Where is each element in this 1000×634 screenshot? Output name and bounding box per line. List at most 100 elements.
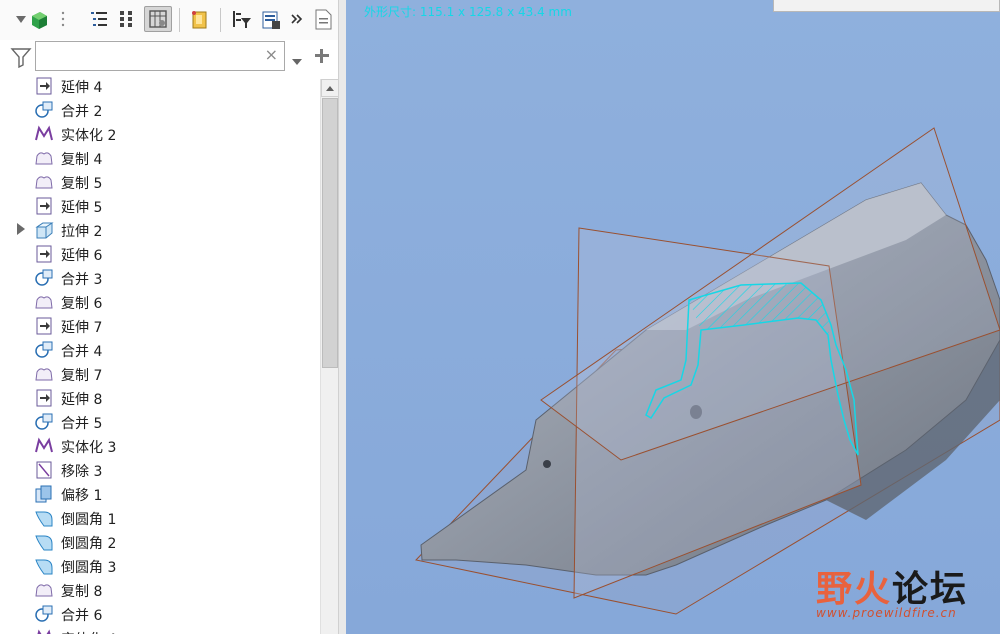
tree-item[interactable]: 复制 7	[0, 362, 320, 386]
tree-item[interactable]: 倒圆角 2	[0, 530, 320, 554]
tree-item-label: 复制 8	[61, 584, 103, 600]
tree-item[interactable]: 延伸 4	[0, 77, 320, 98]
clear-icon[interactable]: ×	[265, 45, 278, 64]
offset-icon	[34, 484, 54, 504]
model-tree-toolbar	[0, 0, 346, 40]
extend-icon	[34, 316, 54, 336]
solidify-icon	[34, 124, 54, 144]
tree-item[interactable]: 延伸 6	[0, 242, 320, 266]
copy-icon	[34, 148, 54, 168]
search-input[interactable]: ×	[35, 41, 285, 71]
tree-item-label: 复制 4	[61, 152, 103, 168]
merge-icon	[34, 412, 54, 432]
tree-item[interactable]: 移除 3	[0, 458, 320, 482]
tree-item-label: 延伸 8	[61, 392, 103, 408]
merge-icon	[34, 604, 54, 624]
small-pin	[543, 460, 551, 468]
tree-item-label: 复制 5	[61, 176, 103, 192]
bookmark-icon[interactable]	[188, 8, 210, 30]
merge-icon	[34, 100, 54, 120]
tree-item[interactable]: 实体化 4	[0, 626, 320, 634]
watermark-red-text: 野火	[816, 569, 893, 610]
copy-icon	[34, 172, 54, 192]
tree-item-label: 实体化 3	[61, 440, 117, 456]
tree-item-label: 合并 3	[61, 272, 103, 288]
tree-item[interactable]: 复制 5	[0, 170, 320, 194]
tree-item-label: 复制 6	[61, 296, 103, 312]
tree-item-label: 倒圆角 2	[61, 536, 117, 552]
tree-item-label: 实体化 2	[61, 128, 117, 144]
chevron-more-icon[interactable]	[286, 8, 308, 30]
document-icon[interactable]	[312, 8, 334, 30]
watermark-dark-text: 论坛	[892, 569, 969, 610]
tree-item-label: 延伸 5	[61, 200, 103, 216]
tree-item[interactable]: 偏移 1	[0, 482, 320, 506]
more-dots-icon[interactable]	[52, 8, 74, 30]
tree-item[interactable]: 合并 2	[0, 98, 320, 122]
copy-icon	[34, 292, 54, 312]
round-icon	[34, 556, 54, 576]
tree-item-label: 偏移 1	[61, 488, 103, 504]
scroll-up-arrow-icon[interactable]	[321, 79, 339, 97]
panel-splitter[interactable]	[338, 0, 346, 634]
model-3d-view	[415, 127, 1000, 615]
tree-item-label: 复制 7	[61, 368, 103, 384]
tree-item[interactable]: 延伸 5	[0, 194, 320, 218]
tree-item-label: 倒圆角 1	[61, 512, 117, 528]
round-icon	[34, 532, 54, 552]
tree-item-label: 实体化 4	[61, 629, 116, 634]
watermark-url: www.proewildfire.cn	[816, 606, 957, 620]
extrude-icon	[34, 220, 54, 240]
tree-item[interactable]: 倒圆角 1	[0, 506, 320, 530]
toolbar-separator	[179, 8, 180, 32]
scroll-thumb[interactable]	[322, 98, 338, 368]
tree-item-label: 合并 6	[61, 608, 103, 624]
tree-settings-icon[interactable]	[260, 8, 282, 30]
model-tree: 延伸 4 合并 2 实体化 2 复制 4 复制 5 延伸 5 拉伸 2 延伸 6 合并 3 复制 …	[0, 77, 320, 634]
tree-item[interactable]: 拉伸 2	[0, 218, 320, 242]
remove-icon	[34, 460, 54, 480]
tree-item-label: 倒圆角 3	[61, 560, 117, 576]
tree-item[interactable]: 倒圆角 3	[0, 554, 320, 578]
merge-icon	[34, 340, 54, 360]
tree-item[interactable]: 延伸 8	[0, 386, 320, 410]
dropdown-arrow-icon[interactable]	[291, 52, 303, 71]
tree-item-label: 移除 3	[61, 464, 103, 480]
tree-item[interactable]: 合并 4	[0, 338, 320, 362]
add-icon[interactable]	[313, 47, 331, 69]
tree-item[interactable]: 复制 8	[0, 578, 320, 602]
tree-item-label: 合并 5	[61, 416, 103, 432]
column-display-icon[interactable]	[144, 6, 172, 32]
round-icon	[34, 508, 54, 528]
tree-item[interactable]: 延伸 7	[0, 314, 320, 338]
tree-item-label: 延伸 6	[61, 248, 103, 264]
tree-list-icon[interactable]	[88, 8, 110, 30]
tree-item-label: 合并 4	[61, 344, 103, 360]
expand-arrow-icon[interactable]	[17, 223, 25, 235]
graphics-viewport[interactable]: 外形尺寸: 115.1 x 125.8 x 43.4 mm 野火论坛 www.p…	[346, 0, 1000, 634]
merge-icon	[34, 268, 54, 288]
tree-scrollbar[interactable]	[320, 79, 339, 634]
copy-icon	[34, 364, 54, 384]
part-icon[interactable]	[28, 8, 50, 30]
show-tree-icon[interactable]	[116, 8, 138, 30]
copy-icon	[34, 580, 54, 600]
tree-item-label: 延伸 4	[61, 80, 103, 96]
tree-item[interactable]: 复制 4	[0, 146, 320, 170]
model-tree-panel: × 延伸 4 合并 2 实体化 2 复制 4 复制 5 延伸 5 拉伸 2 延伸 6 合并 3 复…	[0, 0, 346, 634]
tree-item[interactable]: 合并 3	[0, 266, 320, 290]
tree-item[interactable]: 合并 5	[0, 410, 320, 434]
tree-item-label: 合并 2	[61, 104, 103, 120]
solidify-icon	[34, 628, 54, 634]
tree-filter-icon[interactable]	[230, 8, 252, 30]
tree-item[interactable]: 合并 6	[0, 602, 320, 626]
extend-icon	[34, 388, 54, 408]
tree-item-label: 延伸 7	[61, 320, 103, 336]
tree-item[interactable]: 实体化 3	[0, 434, 320, 458]
solidify-icon	[34, 436, 54, 456]
extend-icon	[34, 77, 54, 96]
tree-item[interactable]: 实体化 2	[0, 122, 320, 146]
tree-item[interactable]: 复制 6	[0, 290, 320, 314]
filter-funnel-icon[interactable]	[10, 46, 32, 72]
search-row: ×	[0, 40, 346, 74]
